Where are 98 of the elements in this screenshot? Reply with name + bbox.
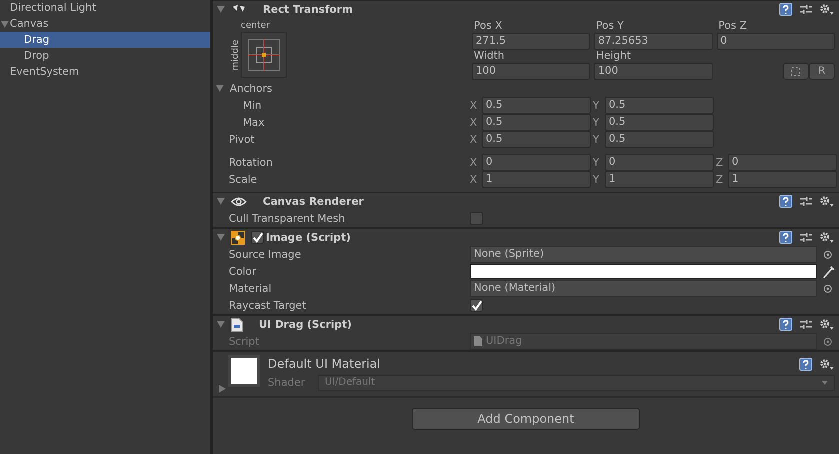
axis-label: Y (593, 100, 600, 112)
axis-label: Y (593, 116, 600, 128)
field-label: Height (595, 50, 632, 63)
number-field[interactable]: 0.5 (482, 97, 591, 114)
settings-icon[interactable] (819, 358, 835, 370)
property-label: Color (229, 266, 258, 278)
material-preview-swatch (228, 355, 260, 387)
foldout-label[interactable]: Anchors (229, 82, 470, 94)
shader-label: Shader (268, 377, 306, 389)
checkbox[interactable] (470, 212, 483, 225)
settings-icon[interactable] (819, 231, 835, 244)
object-picker-icon[interactable] (823, 284, 835, 294)
component-title: UI Drag (Script) (259, 318, 352, 330)
axis-label: Z (716, 174, 724, 186)
settings-icon[interactable] (819, 195, 835, 208)
object-picker-icon[interactable] (823, 250, 835, 260)
number-field[interactable]: 1 (728, 171, 837, 188)
checkmark-icon (252, 232, 263, 244)
help-icon[interactable] (799, 358, 813, 370)
axis-label: X (470, 116, 478, 128)
property-label: Raycast Target (229, 300, 308, 312)
axis-label: Y (593, 156, 600, 168)
eyedropper-icon[interactable] (823, 264, 835, 278)
number-field[interactable]: 100 (594, 63, 713, 80)
dropdown-arrow-icon (822, 381, 828, 385)
number-field[interactable]: 1 (482, 171, 591, 188)
script-name: UIDrag (486, 334, 522, 349)
number-field[interactable]: 100 (472, 63, 590, 80)
field-label: Width (473, 50, 506, 63)
help-icon[interactable] (779, 195, 793, 208)
anchor-horizontal-label: center (241, 20, 270, 32)
foldout-arrow-icon[interactable] (217, 6, 225, 13)
axis-label: Y (593, 134, 600, 146)
dashed-square-icon (791, 66, 801, 76)
object-field[interactable]: None (Material) (470, 280, 817, 297)
settings-icon[interactable] (819, 318, 835, 331)
property-label: Script (229, 336, 260, 348)
material-title: Default UI Material (268, 357, 381, 371)
component-title: Canvas Renderer (263, 196, 364, 208)
help-icon[interactable] (779, 318, 793, 331)
number-field[interactable]: 1 (605, 171, 714, 188)
axis-label: Z (716, 156, 724, 168)
number-field[interactable]: 271.5 (472, 33, 590, 50)
property-label: Max (242, 116, 266, 128)
property-label: Min (242, 100, 263, 112)
number-field[interactable]: 0 (605, 154, 714, 171)
field-label: Pos Z (718, 20, 748, 33)
script-file-icon (231, 318, 243, 332)
axis-label: Y (593, 174, 600, 186)
hierarchy-item[interactable]: EventSystem (0, 64, 210, 80)
anchor-vertical-label: middle (231, 40, 241, 70)
help-icon[interactable] (779, 231, 793, 244)
foldout-arrow-icon[interactable] (216, 85, 224, 92)
property-label: Rotation (229, 156, 274, 168)
number-field[interactable]: 0 (482, 154, 591, 171)
axis-label: X (470, 174, 478, 186)
add-component-button[interactable]: Add Component (412, 408, 640, 430)
axis-label: X (470, 100, 478, 112)
blueprint-mode-button[interactable] (783, 63, 809, 80)
hierarchy-item[interactable]: Directional Light (0, 0, 210, 16)
preset-icon[interactable] (799, 231, 813, 244)
number-field[interactable]: 0.5 (482, 114, 591, 131)
enabled-checkbox[interactable] (251, 231, 264, 244)
component-title: Rect Transform (263, 4, 354, 16)
axis-label: X (470, 134, 478, 146)
eye-icon (231, 196, 247, 208)
hierarchy-item[interactable]: Drop (0, 48, 210, 64)
number-field[interactable]: 87.25653 (594, 33, 713, 50)
preset-icon[interactable] (799, 195, 813, 208)
raw-edit-button[interactable]: R (809, 63, 835, 80)
settings-icon[interactable] (819, 3, 835, 16)
number-field[interactable]: 0.5 (605, 131, 714, 148)
number-field[interactable]: 0.5 (482, 131, 591, 148)
property-label: Scale (229, 174, 258, 186)
checkbox[interactable] (470, 299, 483, 312)
script-file-icon (474, 336, 483, 347)
number-field[interactable]: 0.5 (605, 114, 714, 131)
axis-label: X (470, 156, 478, 168)
help-icon[interactable] (779, 3, 793, 16)
foldout-arrow-icon[interactable] (217, 198, 225, 205)
field-label: Pos X (473, 20, 504, 33)
image-icon (231, 230, 245, 244)
color-field[interactable] (470, 264, 817, 279)
object-field[interactable]: None (Sprite) (470, 246, 817, 263)
property-label: Cull Transparent Mesh (229, 212, 346, 224)
anchor-preset-button[interactable] (241, 32, 287, 78)
checkmark-icon (471, 300, 482, 312)
number-field[interactable]: 0 (728, 154, 837, 171)
property-label: Source Image (229, 248, 302, 260)
preset-icon[interactable] (799, 3, 813, 16)
component-title: Image (Script) (266, 232, 351, 244)
property-label: Pivot (229, 134, 256, 146)
hierarchy-item[interactable]: Drag (0, 32, 210, 48)
preset-icon[interactable] (799, 318, 813, 331)
property-label: Material (229, 282, 273, 294)
field-label: Pos Y (595, 20, 625, 33)
number-field[interactable]: 0.5 (605, 97, 714, 114)
number-field[interactable]: 0 (716, 33, 835, 50)
